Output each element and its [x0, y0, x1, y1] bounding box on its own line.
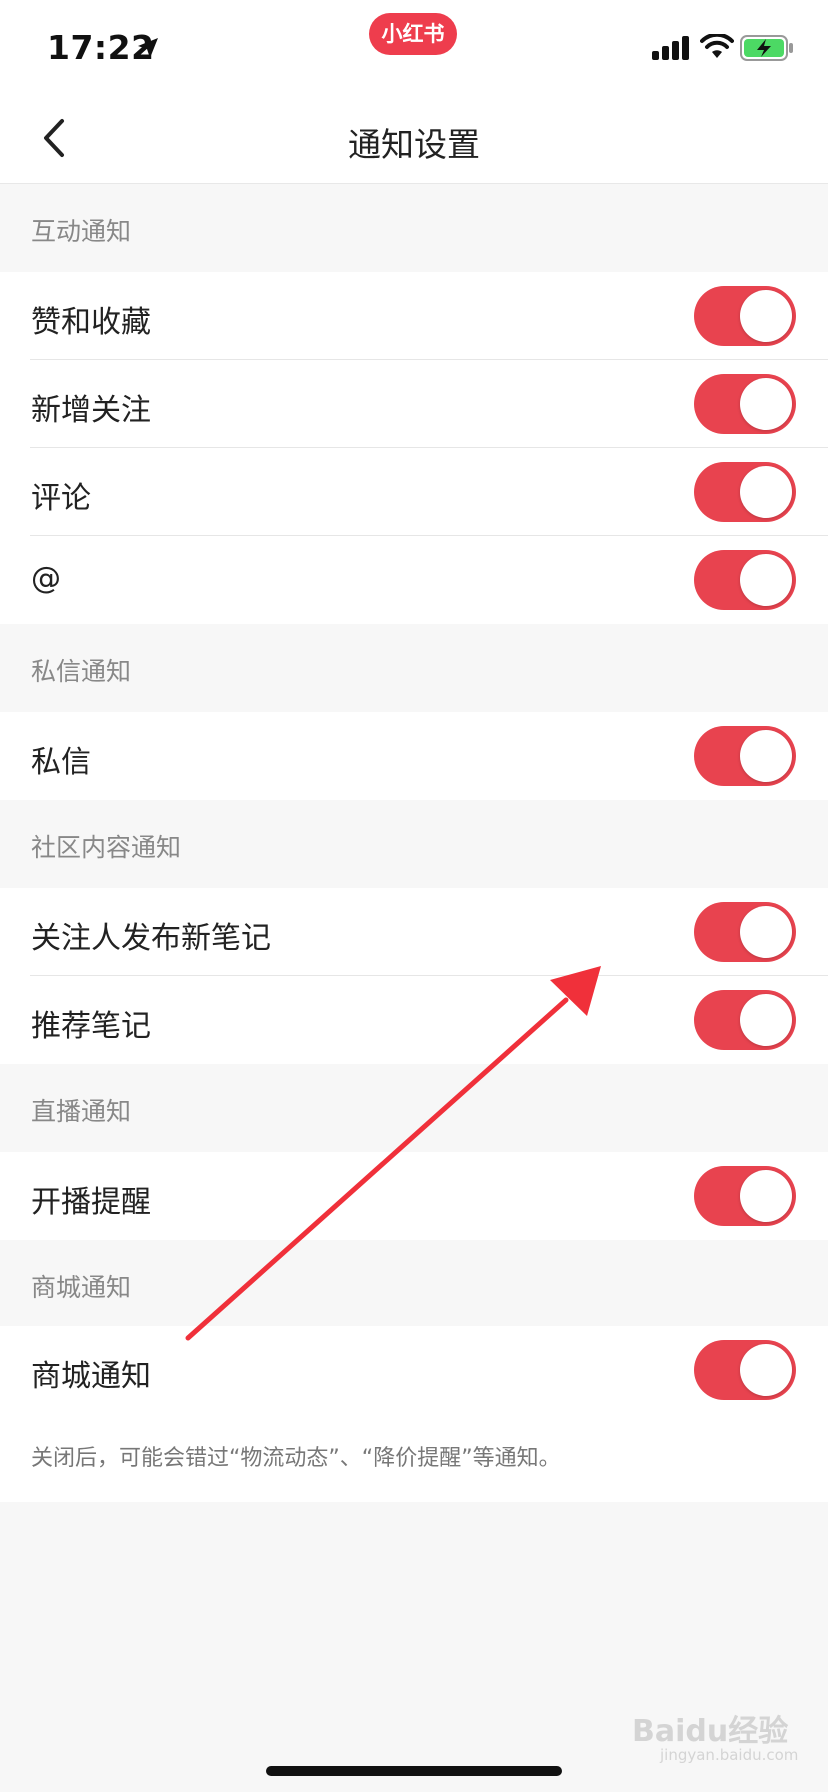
section-header-interaction: 互动通知 [0, 184, 828, 272]
section-header-label: 直播通知 [31, 1097, 132, 1126]
setting-label: 推荐笔记 [31, 1009, 151, 1044]
setting-label: 商城通知 [31, 1359, 151, 1394]
toggle-knob [740, 1170, 792, 1222]
toggle-knob [740, 906, 792, 958]
toggle-knob [740, 1344, 792, 1396]
setting-label: 私信 [31, 745, 91, 780]
toggle-knob [740, 466, 792, 518]
section-header-label: 商城通知 [31, 1273, 132, 1302]
section-header-mall: 商城通知 [0, 1240, 828, 1328]
watermark-logo: Baidu经验 [632, 1714, 789, 1749]
setting-row-recommended-notes: 推荐笔记 [0, 976, 828, 1064]
home-indicator[interactable] [266, 1766, 562, 1776]
page-title: 通知设置 [348, 125, 480, 164]
new-followers-toggle[interactable] [694, 374, 796, 434]
signal-bars-icon [652, 36, 689, 60]
direct-messages-toggle[interactable] [694, 726, 796, 786]
status-bar: 17:22 小红书 [0, 0, 828, 96]
live-reminder-toggle[interactable] [694, 1166, 796, 1226]
toggle-knob [740, 994, 792, 1046]
mentions-toggle[interactable] [694, 550, 796, 610]
setting-label: 评论 [31, 481, 91, 516]
toggle-knob [740, 730, 792, 782]
toggle-knob [740, 290, 792, 342]
footnote-area: 关闭后，可能会错过“物流动态”、“降价提醒”等通知。 [0, 1414, 828, 1502]
following-new-notes-toggle[interactable] [694, 902, 796, 962]
setting-row-live-reminder: 开播提醒 [0, 1152, 828, 1240]
setting-row-mall-notifications: 商城通知 [0, 1326, 828, 1414]
section-header-label: 社区内容通知 [31, 833, 182, 862]
toggle-knob [740, 554, 792, 606]
wifi-icon [700, 34, 734, 58]
location-arrow-icon [138, 38, 158, 58]
setting-row-following-new-notes: 关注人发布新笔记 [0, 888, 828, 976]
toggle-knob [740, 378, 792, 430]
section-header-messages: 私信通知 [0, 624, 828, 712]
setting-label: 关注人发布新笔记 [31, 921, 271, 956]
setting-label: @ [31, 561, 61, 596]
setting-row-comments: 评论 [0, 448, 828, 536]
footnote-text: 关闭后，可能会错过“物流动态”、“降价提醒”等通知。 [31, 1446, 561, 1471]
battery-charging-icon [740, 35, 793, 61]
setting-row-mentions: @ [0, 536, 828, 624]
setting-row-likes-collects: 赞和收藏 [0, 272, 828, 360]
setting-label: 赞和收藏 [31, 305, 151, 340]
comments-toggle[interactable] [694, 462, 796, 522]
section-header-community: 社区内容通知 [0, 800, 828, 888]
navigation-bar: 通知设置 [0, 96, 828, 184]
setting-row-direct-messages: 私信 [0, 712, 828, 800]
setting-label: 新增关注 [31, 393, 151, 428]
mall-notifications-toggle[interactable] [694, 1340, 796, 1400]
brand-badge: 小红书 [369, 13, 457, 55]
section-header-live: 直播通知 [0, 1064, 828, 1152]
setting-label: 开播提醒 [31, 1185, 151, 1220]
section-header-label: 私信通知 [31, 657, 132, 686]
setting-row-new-followers: 新增关注 [0, 360, 828, 448]
likes-collects-toggle[interactable] [694, 286, 796, 346]
watermark-url: jingyan.baidu.com [660, 1746, 799, 1764]
section-header-label: 互动通知 [31, 217, 132, 246]
recommended-notes-toggle[interactable] [694, 990, 796, 1050]
